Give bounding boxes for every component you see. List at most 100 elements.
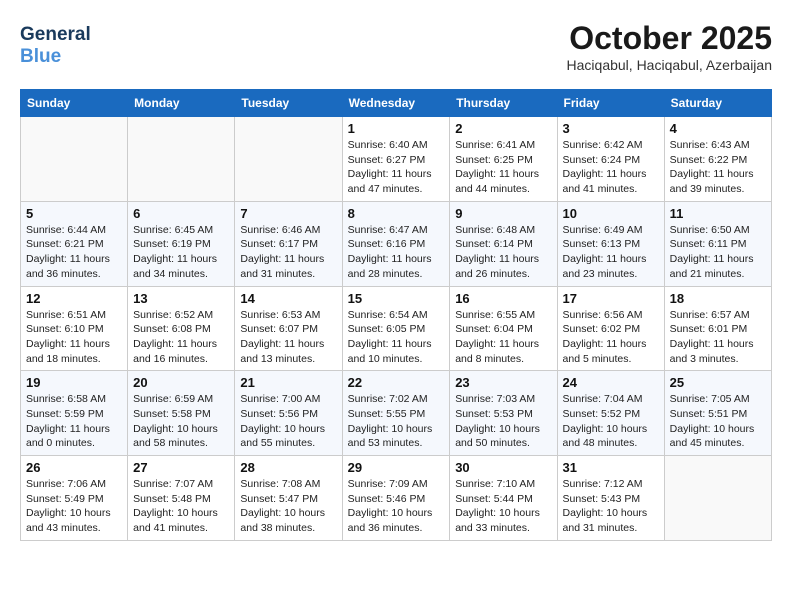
day-info: Sunrise: 6:44 AMSunset: 6:21 PMDaylight:… bbox=[26, 223, 122, 282]
day-number: 16 bbox=[455, 291, 551, 306]
logo-text-block: General Blue bbox=[20, 24, 91, 68]
page-header: G General Blue October 2025 Haciqabul, H… bbox=[20, 20, 772, 73]
day-info: Sunrise: 6:53 AMSunset: 6:07 PMDaylight:… bbox=[240, 308, 336, 367]
day-number: 15 bbox=[348, 291, 445, 306]
day-info: Sunrise: 6:58 AMSunset: 5:59 PMDaylight:… bbox=[26, 392, 122, 451]
day-number: 13 bbox=[133, 291, 229, 306]
day-number: 4 bbox=[670, 121, 766, 136]
day-info: Sunrise: 6:57 AMSunset: 6:01 PMDaylight:… bbox=[670, 308, 766, 367]
weekday-header: Wednesday bbox=[342, 90, 450, 117]
calendar-cell: 1 Sunrise: 6:40 AMSunset: 6:27 PMDaylight… bbox=[342, 117, 450, 202]
day-info: Sunrise: 7:09 AMSunset: 5:46 PMDaylight:… bbox=[348, 477, 445, 536]
calendar-cell: 29 Sunrise: 7:09 AMSunset: 5:46 PMDayligh… bbox=[342, 456, 450, 541]
month-title: October 2025 bbox=[567, 20, 772, 57]
day-number: 19 bbox=[26, 375, 122, 390]
calendar-cell: 8Sunrise: 6:47 AMSunset: 6:16 PMDaylight… bbox=[342, 201, 450, 286]
day-number: 12 bbox=[26, 291, 122, 306]
calendar-cell: 30 Sunrise: 7:10 AMSunset: 5:44 PMDayligh… bbox=[450, 456, 557, 541]
day-info: Sunrise: 7:02 AMSunset: 5:55 PMDaylight:… bbox=[348, 392, 445, 451]
calendar-cell: 16 Sunrise: 6:55 AMSunset: 6:04 PMDayligh… bbox=[450, 286, 557, 371]
weekday-header: Sunday bbox=[21, 90, 128, 117]
calendar-cell: 15 Sunrise: 6:54 AMSunset: 6:05 PMDayligh… bbox=[342, 286, 450, 371]
logo-wrapper: G General Blue bbox=[20, 24, 91, 68]
day-info: Sunrise: 6:54 AMSunset: 6:05 PMDaylight:… bbox=[348, 308, 445, 367]
calendar-cell: 3 Sunrise: 6:42 AMSunset: 6:24 PMDaylight… bbox=[557, 117, 664, 202]
day-info: Sunrise: 6:52 AMSunset: 6:08 PMDaylight:… bbox=[133, 308, 229, 367]
day-info: Sunrise: 6:43 AMSunset: 6:22 PMDaylight:… bbox=[670, 138, 766, 197]
day-number: 9 bbox=[455, 206, 551, 221]
calendar-cell: 7Sunrise: 6:46 AMSunset: 6:17 PMDaylight… bbox=[235, 201, 342, 286]
calendar-cell: 27 Sunrise: 7:07 AMSunset: 5:48 PMDayligh… bbox=[128, 456, 235, 541]
day-info: Sunrise: 6:48 AMSunset: 6:14 PMDaylight:… bbox=[455, 223, 551, 282]
day-info: Sunrise: 7:10 AMSunset: 5:44 PMDaylight:… bbox=[455, 477, 551, 536]
calendar-header-row: SundayMondayTuesdayWednesdayThursdayFrid… bbox=[21, 90, 772, 117]
logo: G General Blue bbox=[20, 20, 91, 68]
day-info: Sunrise: 6:50 AMSunset: 6:11 PMDaylight:… bbox=[670, 223, 766, 282]
calendar-cell bbox=[664, 456, 771, 541]
day-info: Sunrise: 7:08 AMSunset: 5:47 PMDaylight:… bbox=[240, 477, 336, 536]
calendar-cell: 24 Sunrise: 7:04 AMSunset: 5:52 PMDayligh… bbox=[557, 371, 664, 456]
calendar-cell: 17 Sunrise: 6:56 AMSunset: 6:02 PMDayligh… bbox=[557, 286, 664, 371]
calendar-cell: 4 Sunrise: 6:43 AMSunset: 6:22 PMDaylight… bbox=[664, 117, 771, 202]
day-info: Sunrise: 7:07 AMSunset: 5:48 PMDaylight:… bbox=[133, 477, 229, 536]
calendar-week-row: 12Sunrise: 6:51 AMSunset: 6:10 PMDayligh… bbox=[21, 286, 772, 371]
day-info: Sunrise: 6:41 AMSunset: 6:25 PMDaylight:… bbox=[455, 138, 551, 197]
day-number: 26 bbox=[26, 460, 122, 475]
day-number: 30 bbox=[455, 460, 551, 475]
day-number: 31 bbox=[563, 460, 659, 475]
day-info: Sunrise: 6:55 AMSunset: 6:04 PMDaylight:… bbox=[455, 308, 551, 367]
day-number: 2 bbox=[455, 121, 551, 136]
day-info: Sunrise: 6:40 AMSunset: 6:27 PMDaylight:… bbox=[348, 138, 445, 197]
calendar-cell: 18 Sunrise: 6:57 AMSunset: 6:01 PMDayligh… bbox=[664, 286, 771, 371]
calendar-cell: 13 Sunrise: 6:52 AMSunset: 6:08 PMDayligh… bbox=[128, 286, 235, 371]
day-number: 25 bbox=[670, 375, 766, 390]
calendar-cell: 14 Sunrise: 6:53 AMSunset: 6:07 PMDayligh… bbox=[235, 286, 342, 371]
calendar-week-row: 26Sunrise: 7:06 AMSunset: 5:49 PMDayligh… bbox=[21, 456, 772, 541]
calendar-table: SundayMondayTuesdayWednesdayThursdayFrid… bbox=[20, 89, 772, 541]
calendar-week-row: 5 Sunrise: 6:44 AMSunset: 6:21 PMDaylight… bbox=[21, 201, 772, 286]
day-info: Sunrise: 6:59 AMSunset: 5:58 PMDaylight:… bbox=[133, 392, 229, 451]
calendar-cell: 20 Sunrise: 6:59 AMSunset: 5:58 PMDayligh… bbox=[128, 371, 235, 456]
calendar-cell: 10 Sunrise: 6:49 AMSunset: 6:13 PMDayligh… bbox=[557, 201, 664, 286]
day-number: 1 bbox=[348, 121, 445, 136]
day-info: Sunrise: 6:42 AMSunset: 6:24 PMDaylight:… bbox=[563, 138, 659, 197]
calendar-cell: 11Sunrise: 6:50 AMSunset: 6:11 PMDayligh… bbox=[664, 201, 771, 286]
day-number: 17 bbox=[563, 291, 659, 306]
day-number: 24 bbox=[563, 375, 659, 390]
weekday-header: Thursday bbox=[450, 90, 557, 117]
day-info: Sunrise: 7:04 AMSunset: 5:52 PMDaylight:… bbox=[563, 392, 659, 451]
calendar-cell: 22 Sunrise: 7:02 AMSunset: 5:55 PMDayligh… bbox=[342, 371, 450, 456]
calendar-cell: 5 Sunrise: 6:44 AMSunset: 6:21 PMDaylight… bbox=[21, 201, 128, 286]
calendar-cell: 6Sunrise: 6:45 AMSunset: 6:19 PMDaylight… bbox=[128, 201, 235, 286]
weekday-header: Tuesday bbox=[235, 90, 342, 117]
day-info: Sunrise: 6:49 AMSunset: 6:13 PMDaylight:… bbox=[563, 223, 659, 282]
title-block: October 2025 Haciqabul, Haciqabul, Azerb… bbox=[567, 20, 772, 73]
weekday-header: Friday bbox=[557, 90, 664, 117]
weekday-header: Monday bbox=[128, 90, 235, 117]
calendar-cell: 23Sunrise: 7:03 AMSunset: 5:53 PMDayligh… bbox=[450, 371, 557, 456]
calendar-cell: 31Sunrise: 7:12 AMSunset: 5:43 PMDayligh… bbox=[557, 456, 664, 541]
calendar-week-row: 1 Sunrise: 6:40 AMSunset: 6:27 PMDaylight… bbox=[21, 117, 772, 202]
logo-general-text: General bbox=[20, 24, 91, 45]
day-number: 18 bbox=[670, 291, 766, 306]
day-number: 20 bbox=[133, 375, 229, 390]
day-number: 5 bbox=[26, 206, 122, 221]
calendar-cell: 2 Sunrise: 6:41 AMSunset: 6:25 PMDaylight… bbox=[450, 117, 557, 202]
day-number: 3 bbox=[563, 121, 659, 136]
calendar-cell: 25Sunrise: 7:05 AMSunset: 5:51 PMDayligh… bbox=[664, 371, 771, 456]
location-subtitle: Haciqabul, Haciqabul, Azerbaijan bbox=[567, 57, 772, 73]
day-number: 29 bbox=[348, 460, 445, 475]
day-number: 14 bbox=[240, 291, 336, 306]
calendar-cell: 19 Sunrise: 6:58 AMSunset: 5:59 PMDayligh… bbox=[21, 371, 128, 456]
day-info: Sunrise: 6:56 AMSunset: 6:02 PMDaylight:… bbox=[563, 308, 659, 367]
calendar-week-row: 19 Sunrise: 6:58 AMSunset: 5:59 PMDayligh… bbox=[21, 371, 772, 456]
day-number: 10 bbox=[563, 206, 659, 221]
day-info: Sunrise: 6:47 AMSunset: 6:16 PMDaylight:… bbox=[348, 223, 445, 282]
day-number: 28 bbox=[240, 460, 336, 475]
day-number: 27 bbox=[133, 460, 229, 475]
day-number: 6 bbox=[133, 206, 229, 221]
day-number: 21 bbox=[240, 375, 336, 390]
day-number: 22 bbox=[348, 375, 445, 390]
day-number: 7 bbox=[240, 206, 336, 221]
day-number: 23 bbox=[455, 375, 551, 390]
